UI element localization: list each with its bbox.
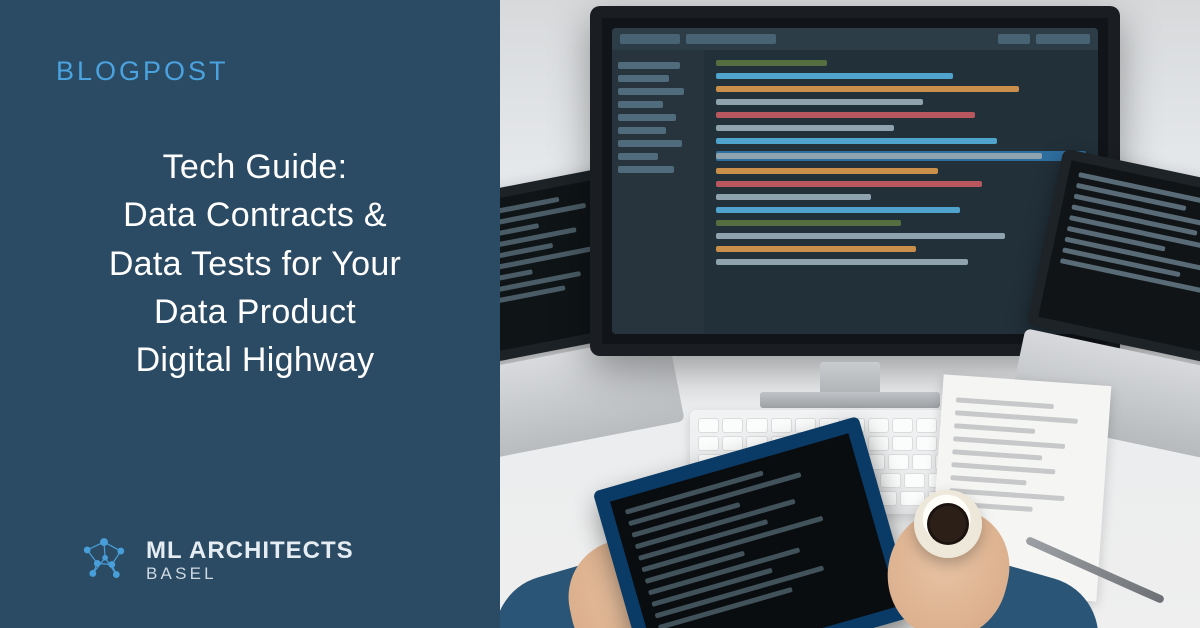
logo-line2: BASEL bbox=[146, 565, 354, 582]
brand-logo: ML ARCHITECTS BASEL bbox=[76, 532, 454, 588]
code-editor bbox=[612, 28, 1098, 334]
text-panel: BLOGPOST Tech Guide: Data Contracts & Da… bbox=[0, 0, 500, 628]
title-line: Data Tests for Your bbox=[56, 240, 454, 288]
title-line: Data Product bbox=[56, 288, 454, 336]
logo-mark-icon bbox=[76, 532, 132, 588]
logo-text: ML ARCHITECTS BASEL bbox=[146, 539, 354, 582]
desk-scene bbox=[500, 0, 1200, 628]
coffee-cup bbox=[914, 490, 982, 558]
hero-image bbox=[500, 0, 1200, 628]
featured-card: BLOGPOST Tech Guide: Data Contracts & Da… bbox=[0, 0, 1200, 628]
category-label: BLOGPOST bbox=[56, 56, 454, 87]
title-line: Tech Guide: bbox=[56, 143, 454, 191]
post-title: Tech Guide: Data Contracts & Data Tests … bbox=[56, 143, 454, 384]
logo-line1: ML ARCHITECTS bbox=[146, 539, 354, 563]
title-line: Data Contracts & bbox=[56, 191, 454, 239]
title-line: Digital Highway bbox=[56, 336, 454, 384]
